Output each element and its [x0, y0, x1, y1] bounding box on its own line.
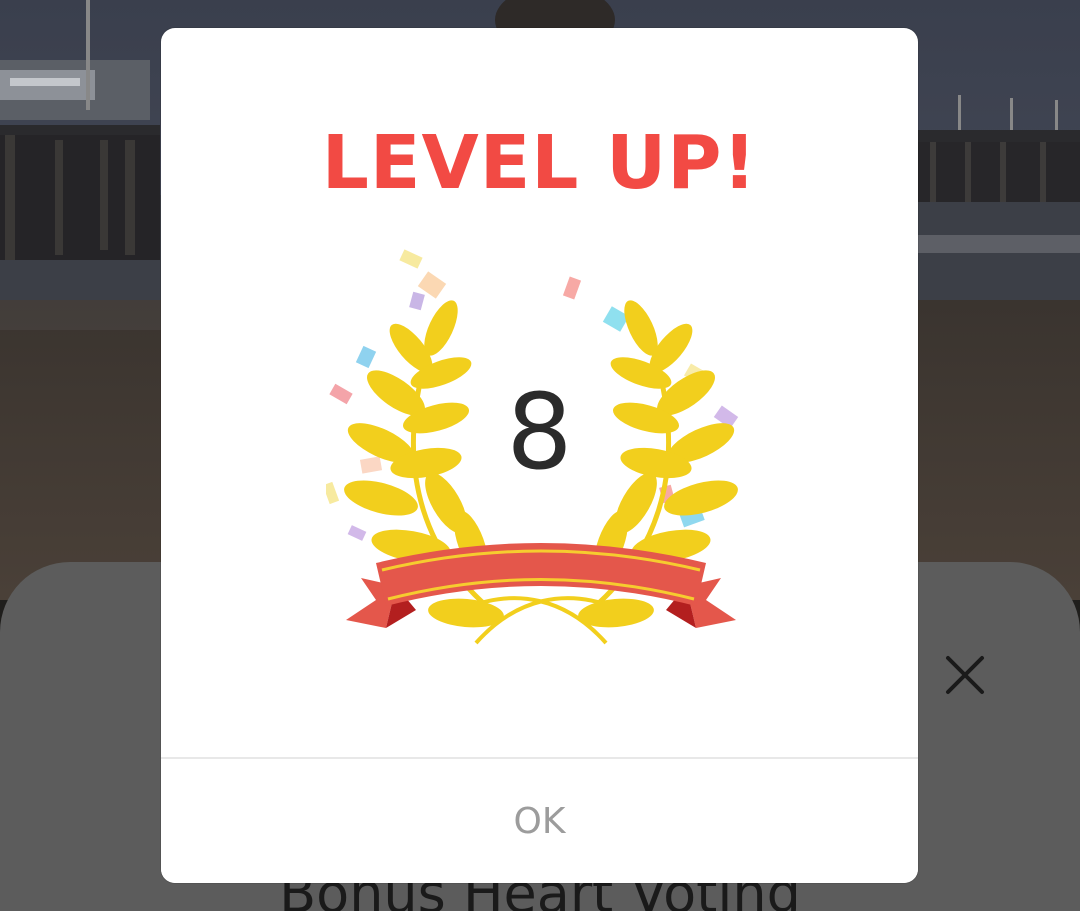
level-up-dialog: LEVEL UP! 8 OK — [161, 28, 918, 883]
close-icon[interactable] — [942, 652, 988, 698]
app-screen: Bonus Heart Voting LEVEL UP! 8 OK — [0, 0, 1080, 911]
level-number: 8 — [506, 371, 573, 493]
dialog-heading: LEVEL UP! — [321, 120, 758, 206]
ok-button[interactable]: OK — [161, 759, 918, 883]
